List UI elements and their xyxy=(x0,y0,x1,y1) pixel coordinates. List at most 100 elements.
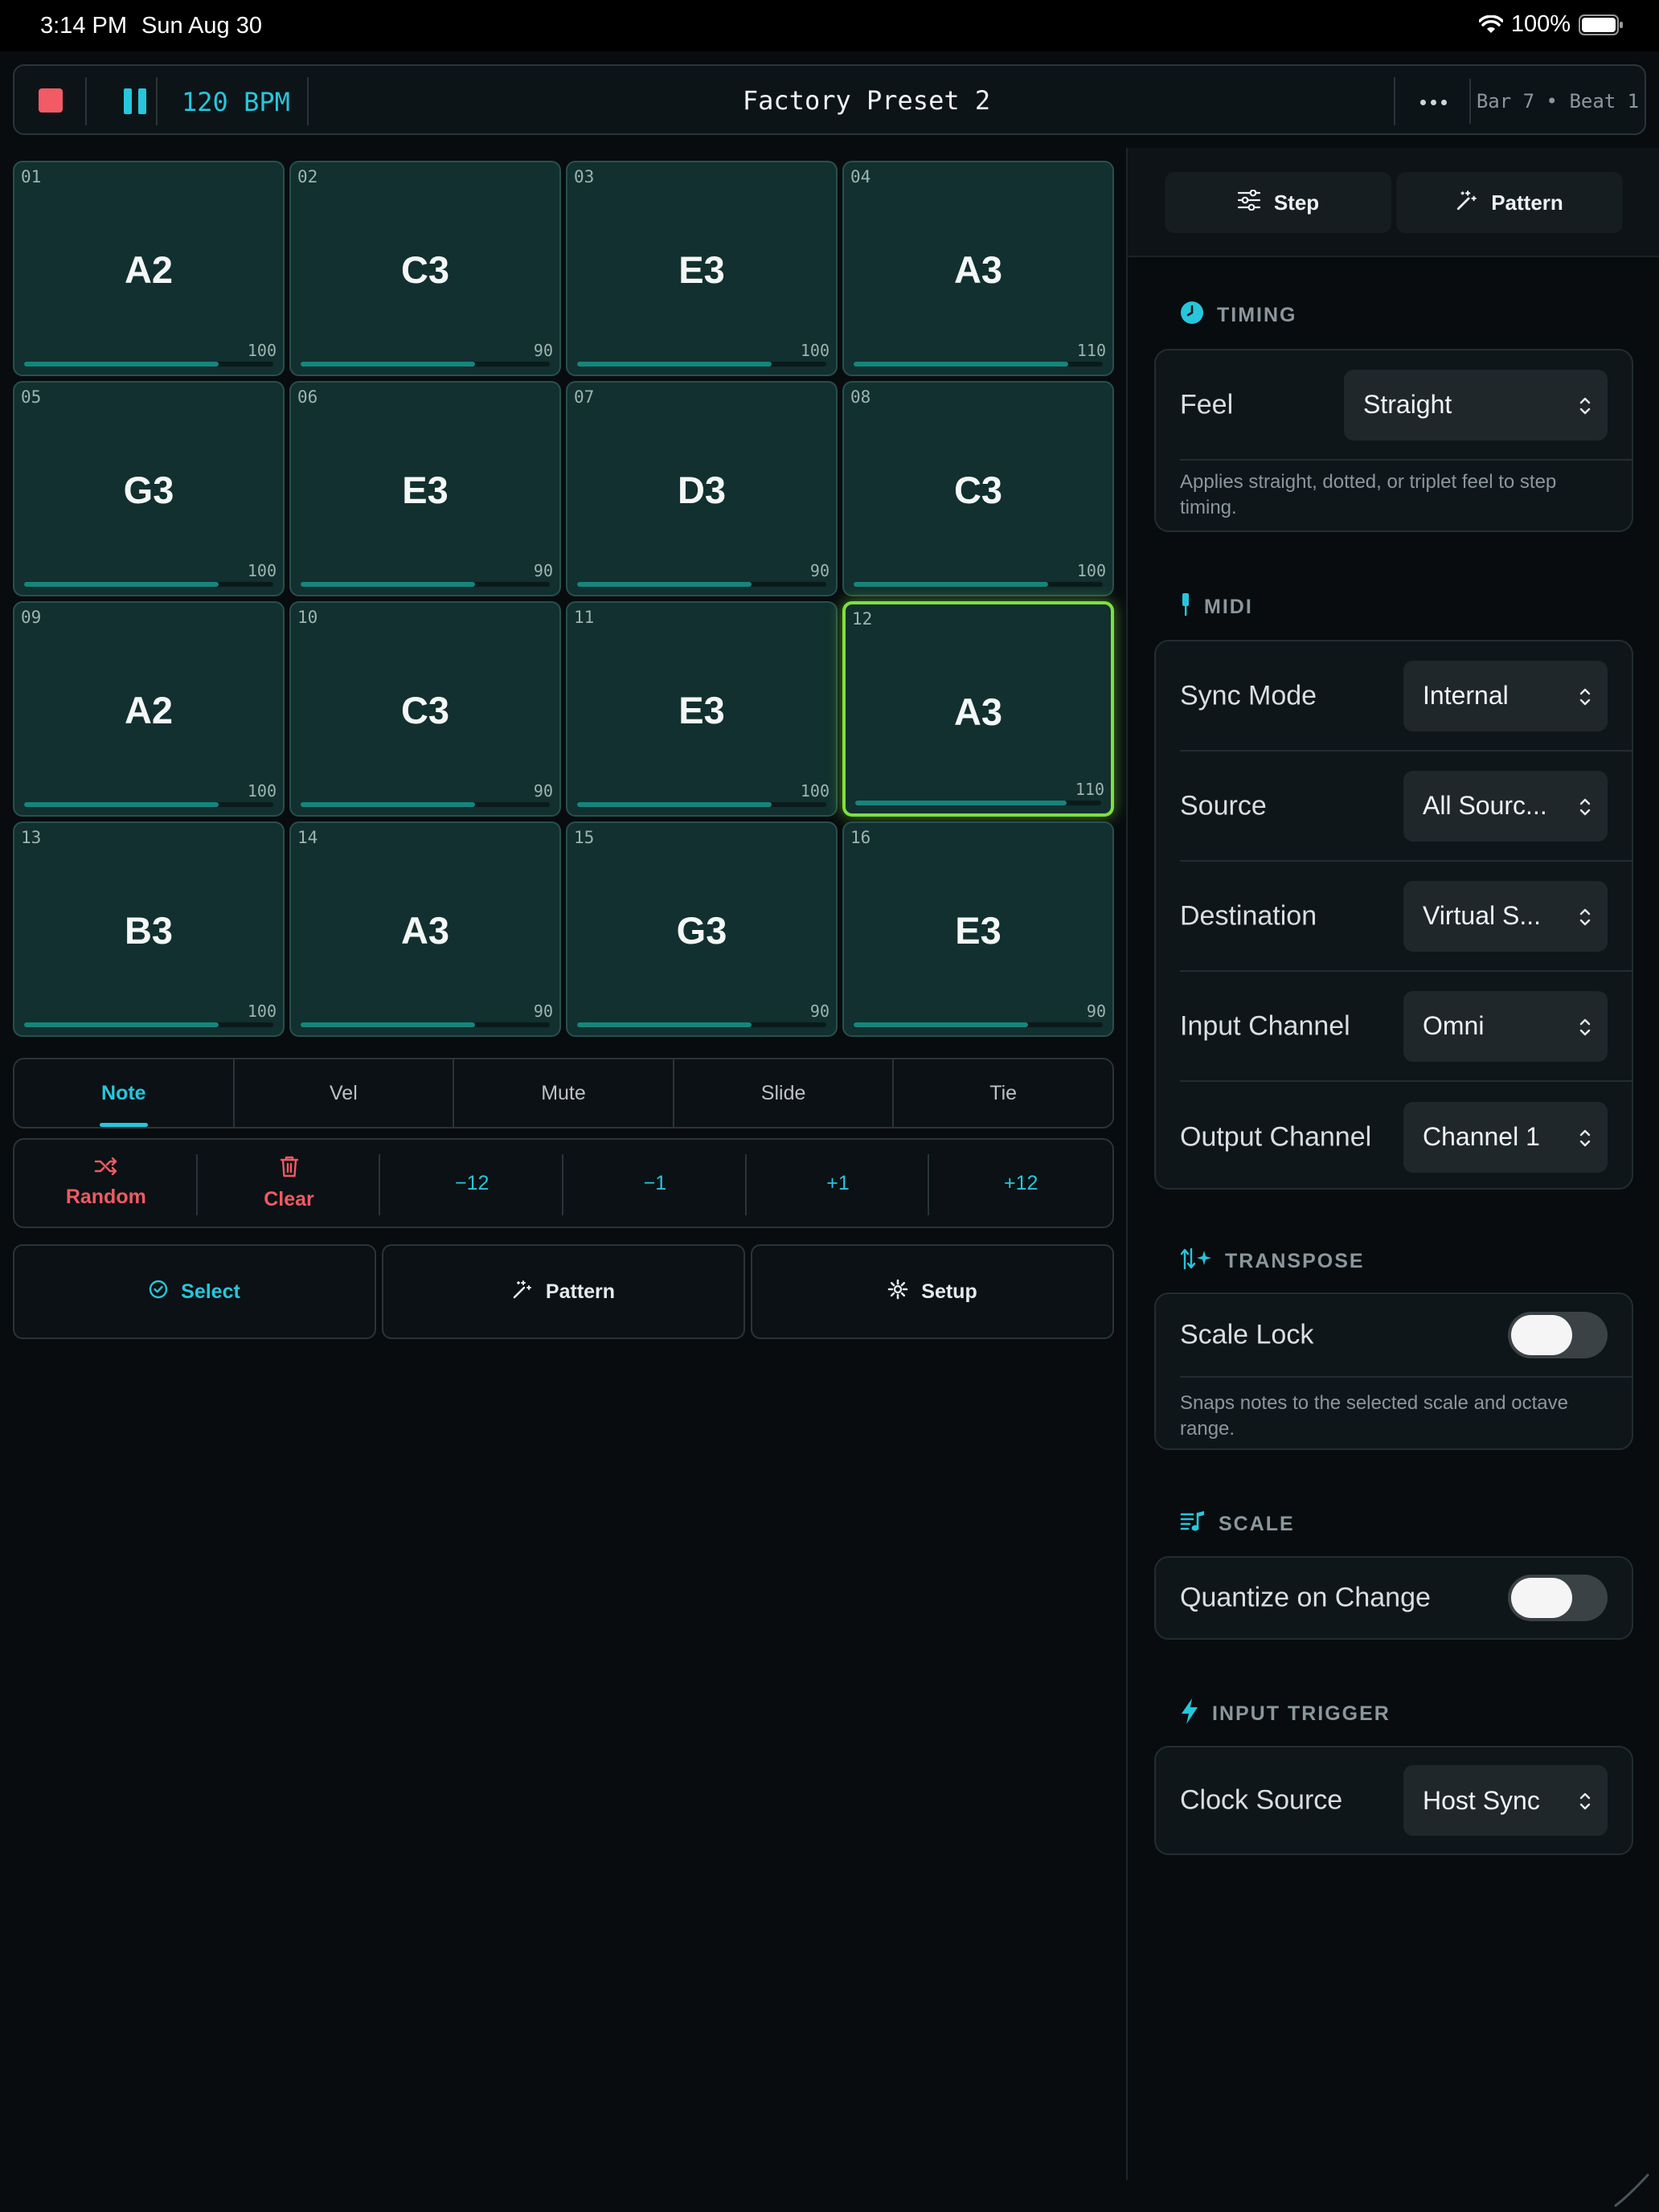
step-number: 13 xyxy=(21,828,42,847)
output-channel-row: Output Channel Channel 1 xyxy=(1180,1082,1632,1192)
velocity-bar-fill xyxy=(577,1022,752,1027)
step-note: C3 xyxy=(400,689,450,731)
velocity-bar-fill xyxy=(577,802,772,807)
step-pad[interactable]: 15 G3 90 xyxy=(566,821,838,1037)
step-pad[interactable]: 07 D3 90 xyxy=(566,381,838,596)
velocity-bar xyxy=(577,802,826,807)
clock-source-select[interactable]: Host Sync xyxy=(1403,1765,1608,1836)
step-pad[interactable]: 10 C3 90 xyxy=(289,601,561,817)
transpose-plus-1-button[interactable]: +1 xyxy=(747,1140,930,1227)
random-button[interactable]: Random xyxy=(14,1140,198,1227)
tab-mute[interactable]: Mute xyxy=(454,1059,674,1127)
more-options-button[interactable] xyxy=(1413,90,1453,114)
step-pad[interactable]: 14 A3 90 xyxy=(289,821,561,1037)
velocity-bar xyxy=(855,801,1101,805)
timing-card: Feel Straight Applies straight, dotted, … xyxy=(1154,349,1633,532)
scale-lock-toggle[interactable] xyxy=(1508,1312,1608,1358)
status-date: Sun Aug 30 xyxy=(141,13,262,39)
step-number: 01 xyxy=(21,167,42,186)
step-number: 05 xyxy=(21,387,42,407)
velocity-bar-fill xyxy=(854,1022,1028,1027)
step-note: C3 xyxy=(400,248,450,291)
tab-tie[interactable]: Tie xyxy=(894,1059,1112,1127)
step-pad[interactable]: 11 E3 100 xyxy=(566,601,838,817)
step-velocity: 100 xyxy=(247,341,276,360)
tempo-display[interactable]: 120 BPM xyxy=(182,87,290,117)
step-velocity: 100 xyxy=(247,781,276,801)
step-velocity: 90 xyxy=(809,1002,830,1021)
step-note: C3 xyxy=(953,469,1003,511)
velocity-bar-fill xyxy=(301,582,475,587)
step-note: A3 xyxy=(953,690,1003,733)
velocity-bar xyxy=(854,362,1103,367)
velocity-bar-fill xyxy=(24,802,219,807)
sliders-icon xyxy=(1237,189,1261,216)
step-pad[interactable]: 06 E3 90 xyxy=(289,381,561,596)
step-pad[interactable]: 05 G3 100 xyxy=(13,381,285,596)
active-tab-indicator xyxy=(100,1123,148,1127)
step-number: 14 xyxy=(297,828,318,847)
stop-button[interactable] xyxy=(39,88,63,113)
input-channel-row: Input Channel Omni xyxy=(1180,972,1632,1082)
step-pad[interactable]: 09 A2 100 xyxy=(13,601,285,817)
clear-button[interactable]: Clear xyxy=(198,1140,381,1227)
step-pad[interactable]: 08 C3 100 xyxy=(842,381,1114,596)
divider xyxy=(1394,77,1395,125)
sync-mode-row: Sync Mode Internal xyxy=(1180,641,1632,752)
pause-button[interactable] xyxy=(124,88,146,114)
clock-source-row: Clock Source Host Sync xyxy=(1180,1747,1632,1854)
step-note: A2 xyxy=(124,248,174,291)
step-note: A3 xyxy=(400,909,450,952)
transpose-plus-12-button[interactable]: +12 xyxy=(929,1140,1112,1227)
step-note: D3 xyxy=(677,469,727,511)
chevron-updown-icon xyxy=(1579,905,1591,935)
input-trigger-card: Clock Source Host Sync xyxy=(1154,1746,1633,1855)
step-number: 07 xyxy=(574,387,595,407)
velocity-bar-fill xyxy=(854,362,1068,367)
quantize-toggle[interactable] xyxy=(1508,1575,1608,1621)
source-row: Source All Sourc... xyxy=(1180,752,1632,862)
inspector-tab-pattern[interactable]: Pattern xyxy=(1396,172,1623,233)
toggle-knob xyxy=(1511,1315,1572,1355)
destination-select[interactable]: Virtual S... xyxy=(1403,880,1608,952)
inspector-tab-step[interactable]: Step xyxy=(1165,172,1391,233)
step-pad[interactable]: 01 A2 100 xyxy=(13,161,285,376)
output-channel-select[interactable]: Channel 1 xyxy=(1403,1101,1608,1173)
velocity-bar xyxy=(577,1022,826,1027)
tab-vel[interactable]: Vel xyxy=(235,1059,455,1127)
step-velocity: 90 xyxy=(1086,1002,1106,1021)
music-list-icon xyxy=(1180,1509,1206,1539)
step-velocity: 100 xyxy=(1076,561,1106,580)
step-pad[interactable]: 04 A3 110 xyxy=(842,161,1114,376)
chevron-updown-icon xyxy=(1579,685,1591,715)
step-note: A3 xyxy=(953,248,1003,291)
transpose-minus-12-button[interactable]: −12 xyxy=(380,1140,563,1227)
check-circle-icon xyxy=(149,1280,168,1305)
input-channel-select[interactable]: Omni xyxy=(1403,990,1608,1062)
midi-card: Sync Mode Internal Source All Sourc... D… xyxy=(1154,640,1633,1190)
step-pad[interactable]: 02 C3 90 xyxy=(289,161,561,376)
preset-title[interactable]: Factory Preset 2 xyxy=(609,85,1124,116)
select-button[interactable]: Select xyxy=(13,1244,376,1339)
tab-slide[interactable]: Slide xyxy=(674,1059,895,1127)
step-pad[interactable]: 03 E3 100 xyxy=(566,161,838,376)
step-pad[interactable]: 12 A3 110 xyxy=(842,601,1114,817)
velocity-bar xyxy=(854,582,1103,587)
step-number: 10 xyxy=(297,608,318,627)
transpose-minus-1-button[interactable]: −1 xyxy=(563,1140,747,1227)
sync-mode-select[interactable]: Internal xyxy=(1403,660,1608,731)
pattern-button[interactable]: Pattern xyxy=(382,1244,745,1339)
feel-select[interactable]: Straight xyxy=(1344,369,1608,440)
step-note: E3 xyxy=(402,469,449,511)
tab-note[interactable]: Note xyxy=(14,1059,235,1127)
source-select[interactable]: All Sourc... xyxy=(1403,770,1608,842)
trash-icon xyxy=(280,1155,299,1183)
step-pad[interactable]: 16 E3 90 xyxy=(842,821,1114,1037)
battery-icon xyxy=(1579,14,1624,35)
step-pad[interactable]: 13 B3 100 xyxy=(13,821,285,1037)
velocity-bar xyxy=(301,582,550,587)
setup-button[interactable]: Setup xyxy=(751,1244,1114,1339)
timing-section-header: TIMING xyxy=(1180,301,1297,330)
scroll-indicator-icon xyxy=(1612,2172,1651,2211)
step-number: 04 xyxy=(850,167,871,186)
